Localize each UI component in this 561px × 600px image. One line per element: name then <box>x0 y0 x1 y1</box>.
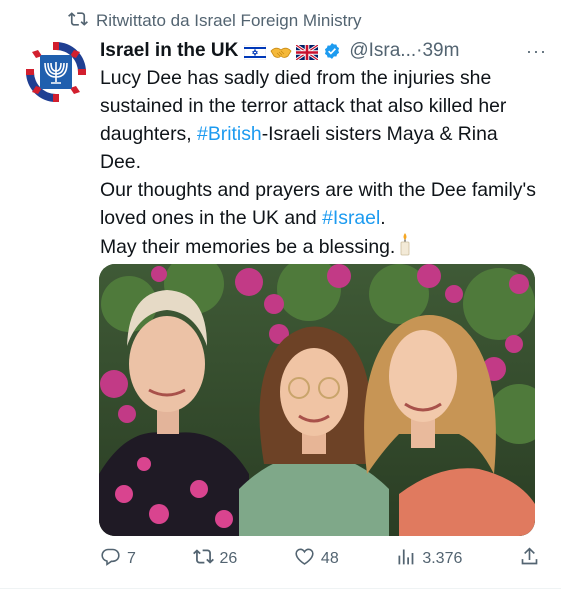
tweet-header: Israel in the UK @Isra...·39m ··· <box>100 38 547 64</box>
heart-icon <box>294 546 315 572</box>
reply-count: 7 <box>127 550 136 567</box>
author-name[interactable]: Israel in the UK <box>100 40 238 62</box>
text-segment: May their memories be a blessing. <box>100 236 396 258</box>
tweet-photo[interactable] <box>99 264 535 536</box>
retweet-button[interactable]: 26 <box>192 546 238 572</box>
views-count: 3.376 <box>422 550 463 567</box>
share-icon <box>519 546 540 572</box>
verified-badge-icon <box>323 42 341 60</box>
israel-flag-icon <box>244 44 267 60</box>
retweet-count: 26 <box>219 550 238 567</box>
text-segment: Our thoughts and prayers are with the De… <box>100 179 536 229</box>
retweet-icon <box>192 546 214 572</box>
views-button[interactable]: 3.376 <box>395 546 462 572</box>
candle-icon <box>398 232 412 264</box>
like-button[interactable]: 48 <box>294 546 339 572</box>
tweet-actions: 7 26 48 3.376 <box>100 544 540 574</box>
retweeted-by[interactable]: Ritwittato da Israel Foreign Ministry <box>68 10 361 32</box>
tweet-paragraph: Our thoughts and prayers are with the De… <box>100 176 540 232</box>
reply-button[interactable]: 7 <box>100 546 136 572</box>
tweet-text: Lucy Dee has sadly died from the injurie… <box>100 64 540 264</box>
author-handle[interactable]: @Isra...·39m <box>349 40 459 62</box>
like-count: 48 <box>320 550 339 567</box>
handshake-icon <box>270 44 292 59</box>
reply-icon <box>100 546 121 572</box>
divider <box>0 588 561 589</box>
uk-flag-icon <box>295 43 320 61</box>
text-segment: . <box>380 207 386 229</box>
more-options-icon[interactable]: ··· <box>526 41 547 62</box>
tweet-paragraph: May their memories be a blessing. <box>100 232 540 264</box>
tweet-paragraph: Lucy Dee has sadly died from the injurie… <box>100 64 540 176</box>
tweet-time[interactable]: ·39m <box>416 40 459 61</box>
author-emojis <box>244 43 320 61</box>
retweet-icon <box>68 9 88 34</box>
hashtag-israel[interactable]: #Israel <box>322 207 380 229</box>
share-button[interactable] <box>519 546 540 572</box>
retweeted-by-label[interactable]: Ritwittato da Israel Foreign Ministry <box>96 11 361 31</box>
views-icon <box>395 546 416 572</box>
hashtag-british[interactable]: #British <box>197 123 262 145</box>
avatar[interactable] <box>24 40 88 104</box>
